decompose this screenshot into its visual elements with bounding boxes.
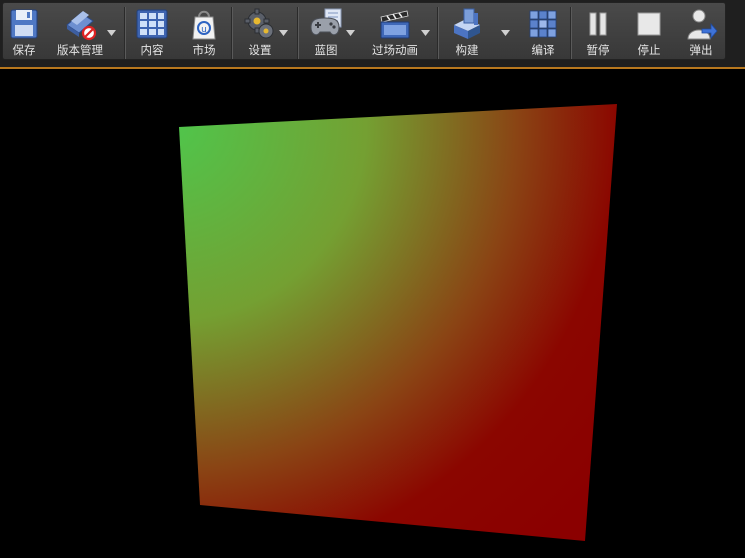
cinematics-dropdown-arrow-icon[interactable] — [421, 30, 430, 36]
build-label: 构建 — [455, 43, 479, 57]
clapperboard-icon — [380, 10, 410, 39]
stop-icon — [637, 12, 661, 36]
level-viewport[interactable] — [0, 69, 745, 558]
build-button[interactable]: 构建 — [445, 3, 489, 61]
content-label: 内容 — [140, 43, 164, 57]
svg-text:u: u — [201, 25, 207, 35]
content-button[interactable]: 内容 — [130, 3, 174, 61]
marketplace-button[interactable]: u 市场 — [183, 3, 225, 61]
toolbar-separator — [437, 7, 439, 59]
toolbar-separator — [231, 7, 233, 59]
build-dropdown-arrow-icon[interactable] — [501, 30, 510, 36]
toolbar-separator — [124, 7, 126, 59]
toolbar-strip: 保存 版本管理 内容 u 市场 设置 蓝图 过场动画 构建 编译 暂停 停止 弹… — [0, 0, 745, 68]
blueprint-gamepad-icon — [310, 8, 342, 36]
toolbar-separator — [297, 7, 299, 59]
cinematics-button[interactable]: 过场动画 — [365, 3, 425, 61]
gear-icon — [244, 8, 274, 39]
pause-icon — [589, 12, 607, 36]
editor-window: 保存 版本管理 内容 u 市场 设置 蓝图 过场动画 构建 编译 暂停 停止 弹… — [0, 0, 745, 558]
blueprints-button[interactable]: 蓝图 — [304, 3, 348, 61]
source-control-dropdown-arrow-icon[interactable] — [107, 30, 116, 36]
marketplace-label: 市场 — [192, 43, 216, 57]
pause-label: 暂停 — [586, 43, 610, 57]
toolbar: 保存 版本管理 内容 u 市场 设置 蓝图 过场动画 构建 编译 暂停 停止 弹… — [2, 2, 726, 60]
settings-dropdown-arrow-icon[interactable] — [279, 30, 288, 36]
settings-label: 设置 — [248, 43, 272, 57]
compile-button[interactable]: 编译 — [521, 3, 565, 61]
blueprints-label: 蓝图 — [314, 43, 338, 57]
eject-button[interactable]: 弹出 — [680, 3, 722, 61]
eject-label: 弹出 — [689, 43, 713, 57]
build-blocks-icon — [454, 8, 480, 39]
save-button[interactable]: 保存 — [5, 3, 43, 61]
settings-button[interactable]: 设置 — [239, 3, 281, 61]
gradient-quad-mesh — [179, 104, 617, 541]
source-control-button[interactable]: 版本管理 — [53, 3, 107, 61]
source-control-label: 版本管理 — [57, 43, 103, 57]
blueprints-dropdown-arrow-icon[interactable] — [346, 30, 355, 36]
floppy-disk-icon — [10, 9, 38, 39]
stop-button[interactable]: 停止 — [628, 3, 670, 61]
compile-label: 编译 — [531, 43, 555, 57]
eject-player-icon — [687, 9, 718, 40]
cinematics-label: 过场动画 — [372, 43, 418, 57]
source-control-icon — [66, 11, 97, 41]
content-browser-icon — [136, 9, 168, 39]
compile-cubes-icon — [529, 10, 557, 38]
toolbar-separator — [570, 7, 572, 59]
stop-label: 停止 — [637, 43, 661, 57]
pause-button[interactable]: 暂停 — [577, 3, 619, 61]
save-label: 保存 — [12, 43, 36, 57]
marketplace-bag-icon: u — [192, 10, 216, 40]
